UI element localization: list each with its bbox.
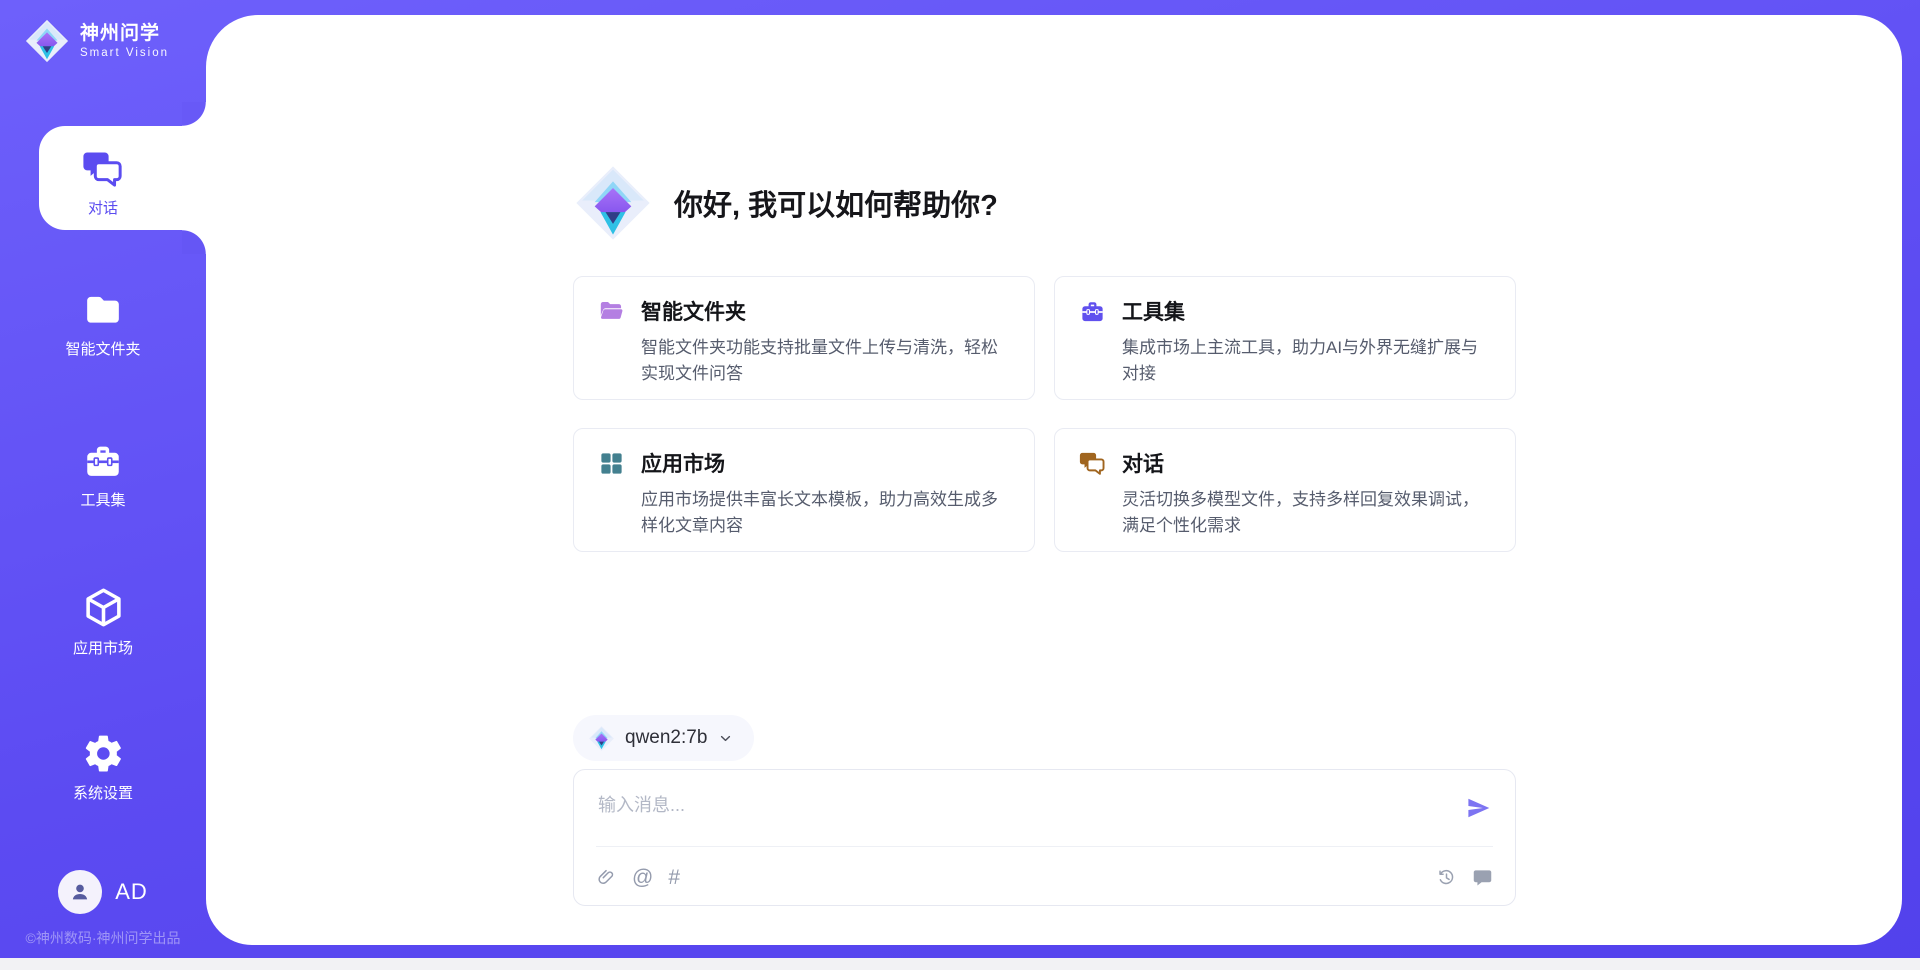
tab-fillet-bottom-icon: [182, 230, 206, 254]
greeting-text: 你好, 我可以如何帮助你?: [674, 182, 998, 224]
diamond-logo-icon: [588, 725, 615, 752]
composer-toolbar: @ #: [596, 860, 1493, 894]
model-selector[interactable]: qwen2:7b: [573, 715, 754, 761]
sidebar-item-label: 系统设置: [0, 782, 206, 803]
history-button[interactable]: [1436, 867, 1457, 888]
folder-icon: [83, 291, 123, 331]
send-button[interactable]: [1464, 794, 1494, 824]
sidebar-item-app-market[interactable]: 应用市场: [0, 585, 206, 658]
sidebar: 神州问学 Smart Vision 对话 智能文件夹 工具集 应用市场 系统设置: [0, 0, 206, 970]
composer-divider: [596, 846, 1493, 847]
sidebar-item-label: 智能文件夹: [0, 338, 206, 359]
brand-text: 神州问学 Smart Vision: [80, 23, 169, 59]
paperclip-icon: [596, 867, 617, 888]
sidebar-item-toolset[interactable]: 工具集: [0, 440, 206, 510]
card-title: 工具集: [1122, 296, 1185, 326]
card-title: 应用市场: [641, 448, 725, 478]
chat-bubbles-icon: [1079, 450, 1106, 477]
person-icon: [67, 879, 93, 905]
model-name: qwen2:7b: [625, 727, 707, 749]
grid-icon: [598, 450, 625, 477]
tab-fillet-top-icon: [182, 102, 206, 126]
sidebar-item-label: 应用市场: [0, 637, 206, 658]
chat-bubble-icon: [1472, 867, 1493, 888]
toolbox-icon: [82, 440, 124, 482]
greeting: 你好, 我可以如何帮助你?: [573, 163, 998, 243]
message-composer: @ #: [573, 769, 1516, 906]
card-description: 应用市场提供丰富长文本模板，助力高效生成多样化文章内容: [641, 487, 1008, 538]
user-name: AD: [115, 879, 148, 905]
horizontal-scrollbar[interactable]: [0, 958, 1920, 970]
feedback-button[interactable]: [1472, 867, 1493, 888]
hash-symbol: #: [668, 867, 680, 888]
cube-icon: [81, 585, 126, 630]
paper-plane-icon: [1466, 795, 1492, 821]
card-smart-folder[interactable]: 智能文件夹 智能文件夹功能支持批量文件上传与清洗，轻松实现文件问答: [573, 276, 1035, 400]
folder-open-icon: [598, 298, 625, 325]
mention-button[interactable]: @: [632, 867, 653, 888]
card-title: 对话: [1122, 448, 1164, 478]
message-input[interactable]: [598, 782, 1398, 838]
sidebar-item-settings[interactable]: 系统设置: [0, 732, 206, 803]
attach-button[interactable]: [596, 867, 617, 888]
chevron-down-icon: [717, 730, 734, 747]
brand: 神州问学 Smart Vision: [24, 18, 169, 64]
avatar: [58, 870, 102, 914]
copyright-text: ©神州数码·神州问学出品: [0, 928, 206, 948]
card-app-market[interactable]: 应用市场 应用市场提供丰富长文本模板，助力高效生成多样化文章内容: [573, 428, 1035, 552]
card-chat[interactable]: 对话 灵活切换多模型文件，支持多样回复效果调试，满足个性化需求: [1054, 428, 1516, 552]
toolbox-icon: [1079, 298, 1106, 325]
sidebar-item-label: 对话: [0, 197, 206, 218]
chat-bubbles-icon: [82, 148, 124, 190]
card-title: 智能文件夹: [641, 296, 746, 326]
card-toolset[interactable]: 工具集 集成市场上主流工具，助力AI与外界无缝扩展与对接: [1054, 276, 1516, 400]
main-panel: 你好, 我可以如何帮助你? 智能文件夹 智能文件夹功能支持批量文件上传与清洗，轻…: [206, 15, 1902, 945]
brand-logo-icon: [24, 18, 70, 64]
gear-icon: [82, 732, 125, 775]
clock-history-icon: [1436, 867, 1457, 888]
user-account[interactable]: AD: [0, 870, 206, 914]
card-description: 集成市场上主流工具，助力AI与外界无缝扩展与对接: [1122, 335, 1489, 386]
brand-name: 神州问学: [80, 23, 169, 45]
at-symbol: @: [632, 867, 653, 888]
sidebar-item-label: 工具集: [0, 489, 206, 510]
diamond-logo-icon: [573, 163, 653, 243]
sidebar-item-chat[interactable]: 对话: [0, 148, 206, 218]
shortcut-cards: 智能文件夹 智能文件夹功能支持批量文件上传与清洗，轻松实现文件问答 工具集 集成…: [573, 276, 1516, 552]
sidebar-item-smart-folder[interactable]: 智能文件夹: [0, 291, 206, 359]
topic-button[interactable]: #: [668, 867, 680, 888]
card-description: 智能文件夹功能支持批量文件上传与清洗，轻松实现文件问答: [641, 335, 1008, 386]
card-description: 灵活切换多模型文件，支持多样回复效果调试，满足个性化需求: [1122, 487, 1489, 538]
app-root: 你好, 我可以如何帮助你? 智能文件夹 智能文件夹功能支持批量文件上传与清洗，轻…: [0, 0, 1920, 970]
brand-subtitle: Smart Vision: [80, 47, 169, 59]
